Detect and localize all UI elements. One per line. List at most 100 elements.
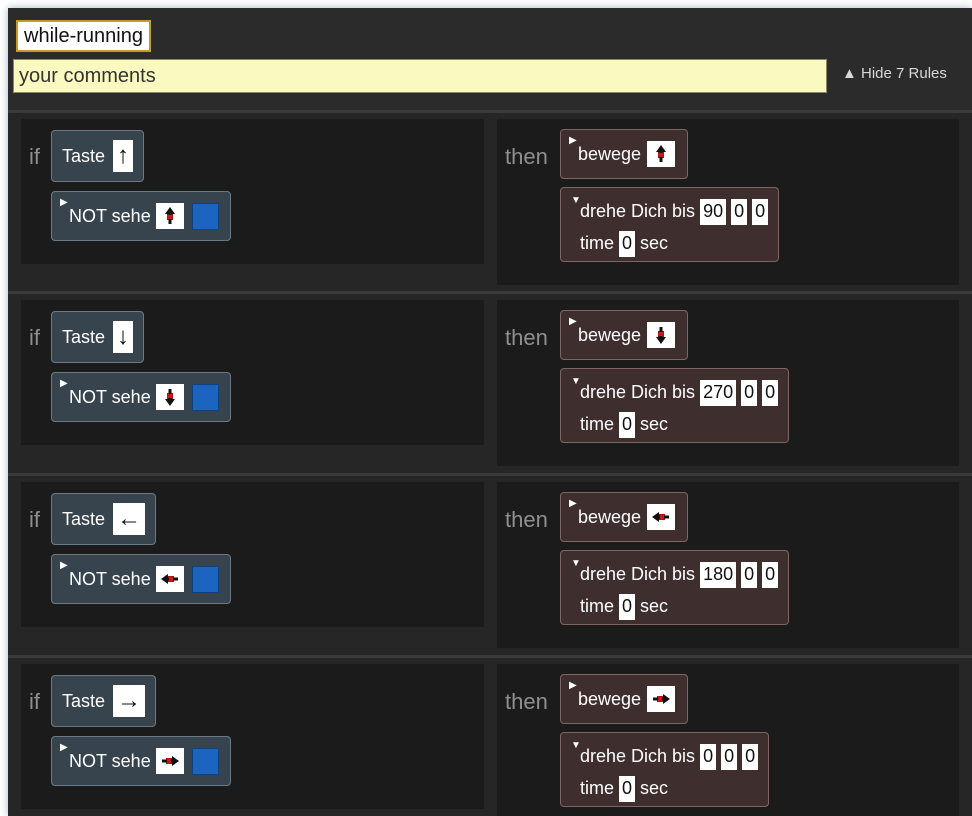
arrow-left-icon[interactable]: [647, 504, 676, 530]
arrow-down-icon[interactable]: [155, 384, 184, 410]
angle-x-input[interactable]: 270: [700, 379, 737, 406]
taste-label: Taste: [62, 508, 106, 529]
drehe-label: drehe Dich bis: [580, 746, 696, 766]
key-selector[interactable]: ↓: [113, 321, 134, 353]
not-sehe-label: NOT sehe: [69, 205, 151, 226]
color-swatch[interactable]: [191, 383, 219, 411]
expand-triangle-icon[interactable]: ▶: [60, 198, 68, 208]
if-panel: if Taste → ▶ NOT sehe: [21, 664, 484, 809]
hide-rules-toggle[interactable]: ▲ Hide 7 Rules: [842, 64, 947, 84]
bewege-action-block[interactable]: ▶ bewege: [560, 310, 688, 360]
time-input[interactable]: 0: [619, 593, 636, 620]
drehe-label: drehe Dich bis: [580, 382, 696, 402]
expand-triangle-icon[interactable]: ▶: [569, 317, 577, 327]
not-sehe-condition-block[interactable]: ▶ NOT sehe: [51, 554, 231, 604]
collapse-triangle-icon[interactable]: ▼: [571, 559, 581, 569]
color-swatch[interactable]: [191, 565, 219, 593]
taste-label: Taste: [62, 690, 106, 711]
time-label: time: [580, 414, 615, 434]
if-keyword: if: [29, 325, 40, 350]
angle-z-input[interactable]: 0: [762, 379, 779, 406]
angle-z-input[interactable]: 0: [742, 743, 759, 770]
bewege-action-block[interactable]: ▶ bewege: [560, 492, 688, 542]
angle-z-input[interactable]: 0: [752, 198, 769, 225]
angle-y-input[interactable]: 0: [731, 198, 748, 225]
taste-condition-block[interactable]: Taste ↓: [51, 311, 145, 363]
key-selector[interactable]: ←: [113, 503, 146, 535]
collapse-triangle-icon[interactable]: ▼: [571, 377, 581, 387]
sec-label: sec: [640, 233, 669, 253]
arrow-right-icon[interactable]: [647, 686, 676, 712]
expand-triangle-icon[interactable]: ▶: [60, 561, 68, 571]
time-input[interactable]: 0: [619, 230, 636, 257]
rule-editor: while-running your comments ▲ Hide 7 Rul…: [8, 8, 972, 816]
key-selector[interactable]: →: [113, 685, 146, 717]
taste-condition-block[interactable]: Taste ↑: [51, 130, 145, 182]
arrow-right-icon[interactable]: [155, 748, 184, 774]
rule-name-field[interactable]: while-running: [16, 20, 151, 52]
arrow-down-icon[interactable]: [647, 322, 676, 348]
not-sehe-label: NOT sehe: [69, 750, 151, 771]
rule: if Taste → ▶ NOT sehe then ▶ bewege ▼ drehe Dich …: [8, 655, 972, 816]
if-panel: if Taste ← ▶ NOT sehe: [21, 482, 484, 627]
drehe-label: drehe Dich bis: [580, 201, 696, 221]
if-keyword: if: [29, 144, 40, 169]
drehe-action-block[interactable]: ▼ drehe Dich bis 270 0 0 time 0 sec: [560, 368, 790, 443]
bewege-label: bewege: [578, 324, 642, 345]
time-label: time: [580, 596, 615, 616]
not-sehe-condition-block[interactable]: ▶ NOT sehe: [51, 191, 231, 241]
then-panel: then ▶ bewege ▼ drehe Dich bis 270 0 0 time 0 sec: [497, 300, 959, 466]
then-keyword: then: [505, 689, 548, 714]
not-sehe-label: NOT sehe: [69, 386, 151, 407]
drehe-action-block[interactable]: ▼ drehe Dich bis 90 0 0 time 0 sec: [560, 187, 780, 262]
if-panel: if Taste ↓ ▶ NOT sehe: [21, 300, 484, 445]
bewege-label: bewege: [578, 688, 642, 709]
then-keyword: then: [505, 144, 548, 169]
arrow-up-icon[interactable]: [647, 141, 676, 167]
angle-x-input[interactable]: 90: [700, 198, 727, 225]
time-input[interactable]: 0: [619, 775, 636, 802]
if-keyword: if: [29, 507, 40, 532]
collapse-triangle-icon[interactable]: ▼: [571, 741, 581, 751]
angle-x-input[interactable]: 0: [700, 743, 717, 770]
color-swatch[interactable]: [191, 747, 219, 775]
comments-field[interactable]: your comments: [13, 59, 827, 93]
taste-label: Taste: [62, 145, 106, 166]
expand-triangle-icon[interactable]: ▶: [569, 681, 577, 691]
bewege-action-block[interactable]: ▶ bewege: [560, 129, 688, 179]
taste-label: Taste: [62, 326, 106, 347]
drehe-action-block[interactable]: ▼ drehe Dich bis 180 0 0 time 0 sec: [560, 550, 790, 625]
time-label: time: [580, 778, 615, 798]
expand-triangle-icon[interactable]: ▶: [60, 379, 68, 389]
taste-condition-block[interactable]: Taste →: [51, 675, 157, 727]
then-panel: then ▶ bewege ▼ drehe Dich bis 0 0 0 time 0 sec: [497, 664, 959, 816]
then-panel: then ▶ bewege ▼ drehe Dich bis 90 0 0 time 0 sec: [497, 119, 959, 285]
expand-triangle-icon[interactable]: ▶: [60, 743, 68, 753]
not-sehe-condition-block[interactable]: ▶ NOT sehe: [51, 736, 231, 786]
sec-label: sec: [640, 596, 669, 616]
taste-condition-block[interactable]: Taste ←: [51, 493, 157, 545]
arrow-up-icon[interactable]: [155, 203, 184, 229]
drehe-action-block[interactable]: ▼ drehe Dich bis 0 0 0 time 0 sec: [560, 732, 770, 807]
angle-y-input[interactable]: 0: [721, 743, 738, 770]
expand-triangle-icon[interactable]: ▶: [569, 499, 577, 509]
rule: if Taste ← ▶ NOT sehe then ▶ bewege ▼ drehe Dich …: [8, 473, 972, 651]
then-panel: then ▶ bewege ▼ drehe Dich bis 180 0 0 time 0 sec: [497, 482, 959, 648]
expand-triangle-icon[interactable]: ▶: [569, 136, 577, 146]
time-input[interactable]: 0: [619, 411, 636, 438]
rule: if Taste ↑ ▶ NOT sehe then ▶ bewege ▼ drehe Dich …: [8, 110, 972, 288]
angle-y-input[interactable]: 0: [741, 561, 758, 588]
color-swatch[interactable]: [191, 202, 219, 230]
sec-label: sec: [640, 414, 669, 434]
bewege-action-block[interactable]: ▶ bewege: [560, 674, 688, 724]
key-selector[interactable]: ↑: [113, 140, 134, 172]
angle-x-input[interactable]: 180: [700, 561, 737, 588]
sec-label: sec: [640, 778, 669, 798]
arrow-left-icon[interactable]: [155, 566, 184, 592]
angle-y-input[interactable]: 0: [741, 379, 758, 406]
time-label: time: [580, 233, 615, 253]
angle-z-input[interactable]: 0: [762, 561, 779, 588]
collapse-triangle-icon[interactable]: ▼: [571, 196, 581, 206]
bewege-label: bewege: [578, 506, 642, 527]
not-sehe-condition-block[interactable]: ▶ NOT sehe: [51, 372, 231, 422]
